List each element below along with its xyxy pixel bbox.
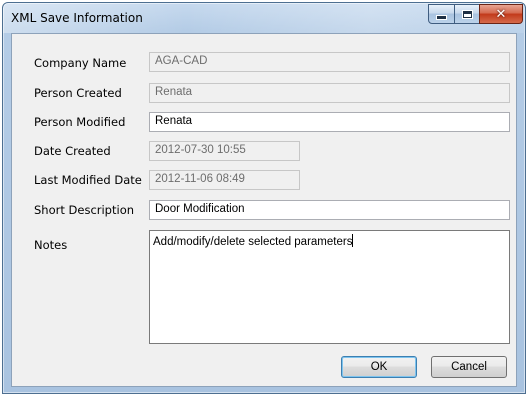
company-name-label: Company Name bbox=[34, 56, 127, 70]
notes-text: Add/modify/delete selected parameters bbox=[153, 236, 353, 248]
maximize-icon bbox=[462, 10, 472, 18]
title-bar[interactable]: XML Save Information ✕ bbox=[3, 3, 525, 33]
short-description-field[interactable]: Door Modification bbox=[149, 200, 510, 220]
last-modified-date-field[interactable]: 2012-11-06 08:49 bbox=[149, 170, 300, 190]
window-title: XML Save Information bbox=[11, 11, 143, 25]
person-created-field[interactable]: Renata bbox=[149, 83, 510, 103]
person-created-label: Person Created bbox=[34, 86, 122, 100]
date-created-label: Date Created bbox=[34, 144, 111, 158]
last-modified-date-label: Last Modified Date bbox=[34, 173, 142, 187]
date-created-field[interactable]: 2012-07-30 10:55 bbox=[149, 141, 300, 161]
text-caret bbox=[352, 234, 354, 247]
close-button[interactable]: ✕ bbox=[479, 4, 523, 24]
ok-button[interactable]: OK bbox=[341, 356, 417, 378]
minimize-icon bbox=[437, 16, 446, 19]
notes-label: Notes bbox=[34, 238, 68, 252]
notes-textarea[interactable]: Add/modify/delete selected parameters bbox=[149, 230, 510, 344]
dialog-window: XML Save Information ✕ Company Name AGA-… bbox=[2, 2, 526, 394]
dialog-body: Company Name AGA-CAD Person Created Rena… bbox=[11, 33, 517, 387]
cancel-button[interactable]: Cancel bbox=[431, 356, 507, 378]
close-icon: ✕ bbox=[495, 6, 507, 22]
person-modified-field[interactable]: Renata bbox=[149, 112, 510, 132]
company-name-field[interactable]: AGA-CAD bbox=[149, 52, 510, 72]
minimize-button[interactable] bbox=[428, 4, 455, 24]
short-description-label: Short Description bbox=[34, 203, 135, 217]
person-modified-label: Person Modified bbox=[34, 115, 126, 129]
maximize-button[interactable] bbox=[454, 4, 480, 24]
